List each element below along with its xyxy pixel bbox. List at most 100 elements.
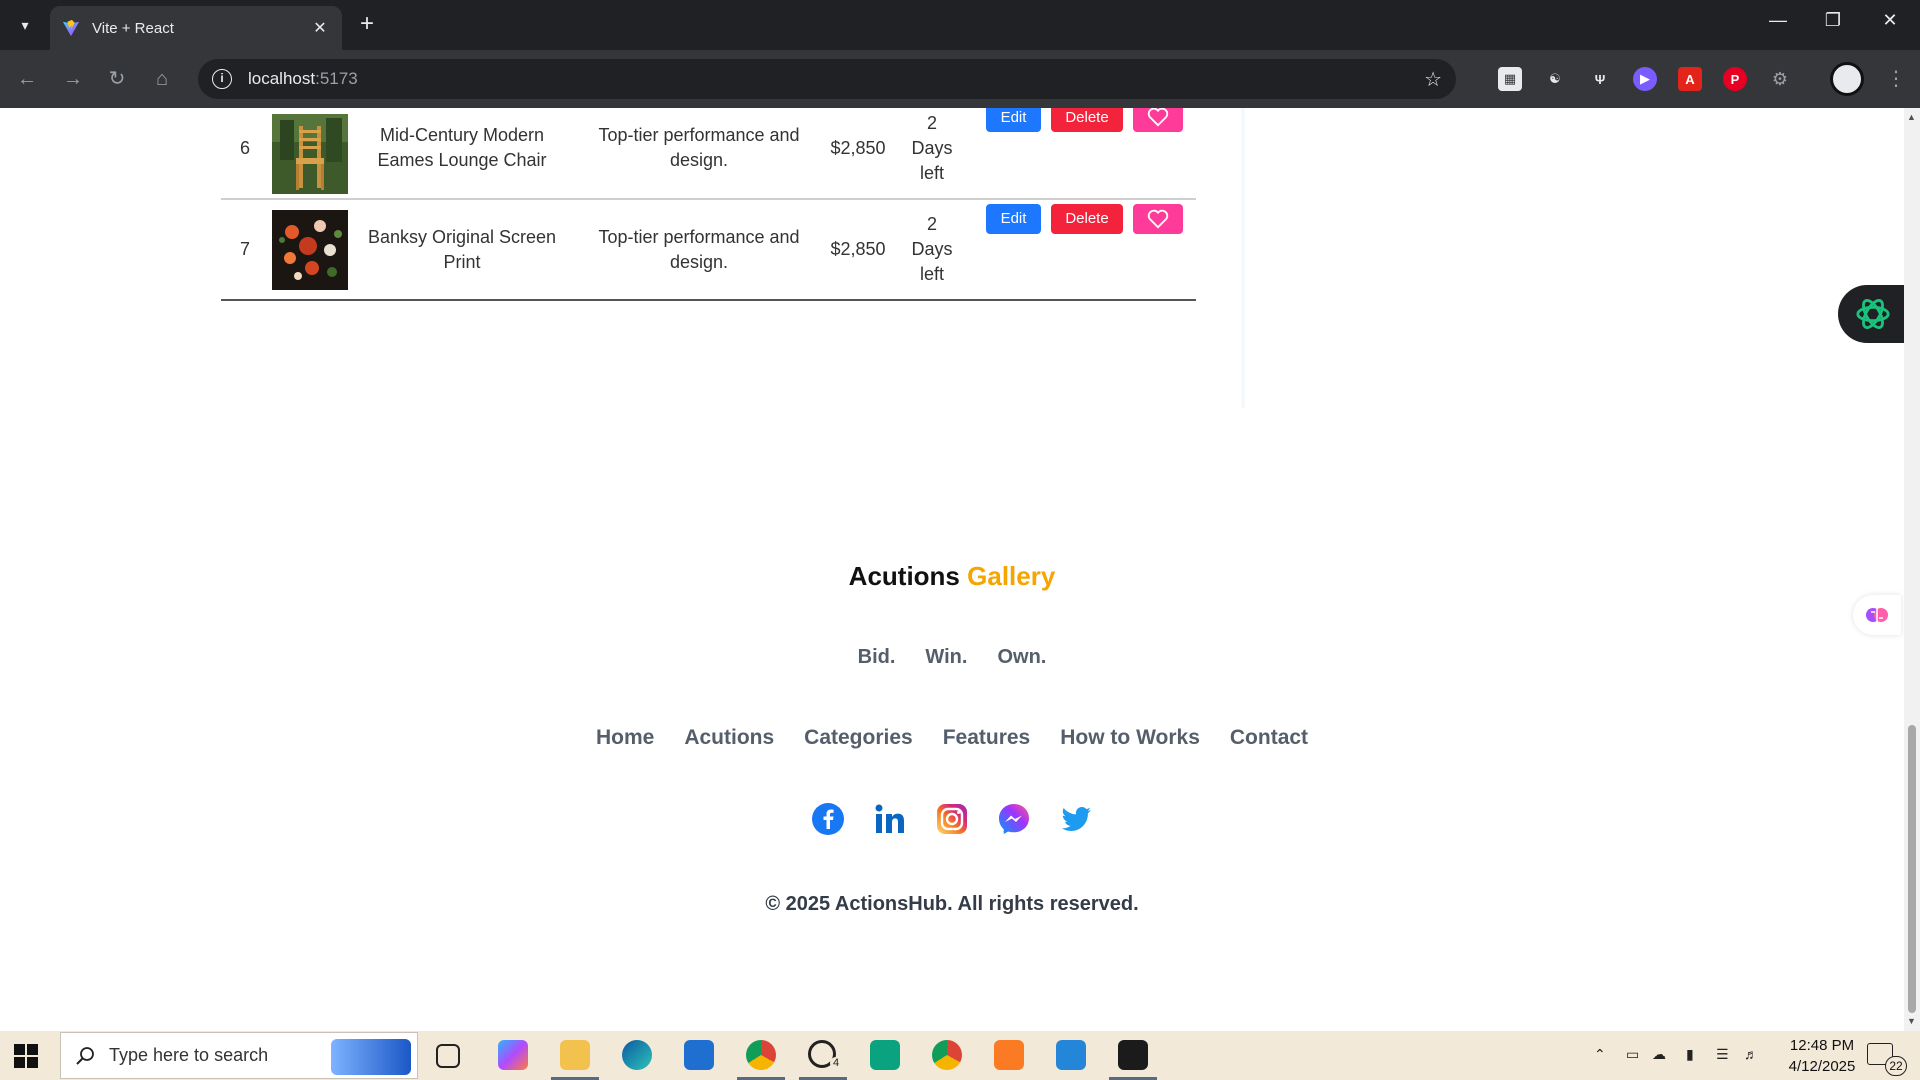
terminal-icon[interactable] (1118, 1040, 1148, 1070)
taskbar-search-box[interactable]: Type here to search (60, 1032, 418, 1079)
heart-icon (1147, 108, 1169, 127)
footer-link-features[interactable]: Features (943, 726, 1031, 750)
address-bar[interactable]: i localhost:5173 ☆ (198, 59, 1456, 99)
minimize-icon[interactable]: — (1758, 10, 1798, 31)
footer-link-contact[interactable]: Contact (1230, 726, 1308, 750)
task-view-icon[interactable] (436, 1044, 460, 1068)
item-thumbnail-cell (269, 108, 351, 200)
extension-share-icon[interactable]: ☯ (1543, 67, 1567, 91)
windows-start-icon[interactable] (14, 1044, 38, 1068)
browser-tab-strip: ▾ Vite + React ✕ + — ❐ ✕ (0, 0, 1920, 50)
edit-button[interactable]: Edit (986, 203, 1041, 234)
file-explorer-icon[interactable] (560, 1040, 590, 1070)
vscode-icon[interactable] (1056, 1040, 1086, 1070)
brain-assistant-widget[interactable] (1853, 595, 1901, 635)
wifi-icon[interactable]: ☰ (1716, 1046, 1729, 1063)
extension-play-icon[interactable]: ▶ (1633, 67, 1657, 91)
pycharm-icon[interactable] (870, 1040, 900, 1070)
favorite-button[interactable] (1133, 108, 1183, 132)
item-description: Top-tier performance and design. (573, 108, 825, 200)
volume-icon[interactable]: ♬ (1744, 1046, 1758, 1062)
footer-link-home[interactable]: Home (596, 726, 654, 750)
page-scrollbar[interactable]: ▲ ▼ (1904, 108, 1920, 1031)
onedrive-icon[interactable]: ☁ (1652, 1046, 1666, 1063)
tray-overflow-icon[interactable]: ⌃ (1594, 1046, 1606, 1063)
favorite-button[interactable] (1133, 203, 1183, 234)
footer-brand: Acutions Gallery (0, 561, 1904, 592)
browser-tab[interactable]: Vite + React ✕ (50, 6, 342, 50)
meet-icon[interactable]: ▭ (1626, 1046, 1639, 1063)
copilot-icon[interactable] (498, 1040, 528, 1070)
battery-icon[interactable]: ▮ (1686, 1046, 1694, 1063)
auction-items-table: 6 Mid-Century Modern Eames Lounge Chair … (221, 108, 1196, 301)
facebook-icon[interactable] (811, 802, 845, 836)
bookmark-star-icon[interactable]: ☆ (1424, 67, 1442, 92)
site-info-icon[interactable]: i (212, 69, 232, 89)
copyright-text: © 2025 ActionsHub. All rights reserved. (765, 893, 1139, 915)
row-actions: Edit Delete (973, 108, 1196, 200)
window-close-icon[interactable]: ✕ (1870, 10, 1910, 31)
social-links (0, 802, 1904, 836)
search-highlight-image (331, 1039, 411, 1075)
taskbar-clock[interactable]: 12:48 PM 4/12/2025 (1772, 1035, 1872, 1077)
footer-link-categories[interactable]: Categories (804, 726, 913, 750)
new-tab-icon[interactable]: + (354, 12, 380, 38)
messenger-icon[interactable] (997, 802, 1031, 836)
item-title: Mid-Century Modern Eames Lounge Chair (351, 108, 573, 200)
microsoft-store-icon[interactable] (684, 1040, 714, 1070)
scroll-up-icon[interactable]: ▲ (1907, 112, 1916, 122)
item-price: $2,850 (825, 108, 891, 200)
reload-icon[interactable]: ↻ (104, 66, 130, 92)
item-title: Banksy Original Screen Print (351, 199, 573, 301)
side-divider (1241, 108, 1245, 408)
row-actions: Edit Delete (973, 199, 1196, 301)
home-icon[interactable]: ⌂ (149, 66, 175, 92)
chrome-icon[interactable] (746, 1040, 776, 1070)
heart-icon (1147, 209, 1169, 228)
brand-main: Acutions (848, 561, 960, 591)
profile-avatar[interactable] (1830, 62, 1864, 96)
tagline-item: Bid. (857, 646, 896, 668)
delete-button[interactable]: Delete (1051, 203, 1123, 234)
tab-close-icon[interactable]: ✕ (310, 18, 330, 38)
adobe-acrobat-icon[interactable]: A (1678, 67, 1702, 91)
url-port: :5173 (315, 69, 358, 88)
item-price: $2,850 (825, 199, 891, 301)
edge-icon[interactable] (622, 1040, 652, 1070)
row-index: 7 (221, 199, 269, 301)
windows-taskbar: Type here to search 4 ⌃ ▭ ☁ ▮ ☰ ♬ 12:48 … (0, 1031, 1920, 1080)
tab-search-chevron-icon[interactable]: ▾ (12, 12, 38, 38)
brand-accent: Gallery (967, 561, 1056, 591)
instagram-icon[interactable] (935, 802, 969, 836)
clock-date: 4/12/2025 (1788, 1058, 1856, 1075)
footer-nav: Home Acutions Categories Features How to… (0, 726, 1904, 750)
browser-menu-icon[interactable]: ⋮ (1886, 66, 1906, 91)
whatsapp-badge: 4 (830, 1057, 843, 1069)
scroll-down-icon[interactable]: ▼ (1907, 1016, 1916, 1026)
item-thumbnail-cell (269, 199, 351, 301)
ai-assistant-widget[interactable] (1838, 285, 1904, 343)
footer-link-acutions[interactable]: Acutions (684, 726, 774, 750)
footer-tagline: Bid. Win. Own. (0, 646, 1904, 669)
linkedin-icon[interactable] (873, 802, 907, 836)
forward-icon[interactable]: → (60, 66, 86, 92)
row-index: 6 (221, 108, 269, 200)
clock-time: 12:48 PM (1789, 1037, 1855, 1054)
tagline-item: Own. (997, 646, 1047, 668)
table-row: 6 Mid-Century Modern Eames Lounge Chair … (221, 108, 1196, 200)
extension-translate-icon[interactable]: Ψ (1588, 67, 1612, 91)
xampp-icon[interactable] (994, 1040, 1024, 1070)
edit-button[interactable]: Edit (986, 108, 1041, 132)
item-description: Top-tier performance and design. (573, 199, 825, 301)
back-icon[interactable]: ← (14, 66, 40, 92)
delete-button[interactable]: Delete (1051, 108, 1123, 132)
extensions-puzzle-icon[interactable]: ⚙ (1768, 67, 1792, 91)
chrome-profile-icon[interactable] (932, 1040, 962, 1070)
twitter-icon[interactable] (1059, 802, 1093, 836)
restore-icon[interactable]: ❐ (1813, 10, 1853, 31)
pinterest-icon[interactable]: P (1723, 67, 1747, 91)
tab-title: Vite + React (92, 19, 174, 37)
footer-link-how-to-works[interactable]: How to Works (1060, 726, 1200, 750)
scrollbar-thumb[interactable] (1908, 725, 1916, 1013)
reading-list-icon[interactable]: ▦ (1498, 67, 1522, 91)
